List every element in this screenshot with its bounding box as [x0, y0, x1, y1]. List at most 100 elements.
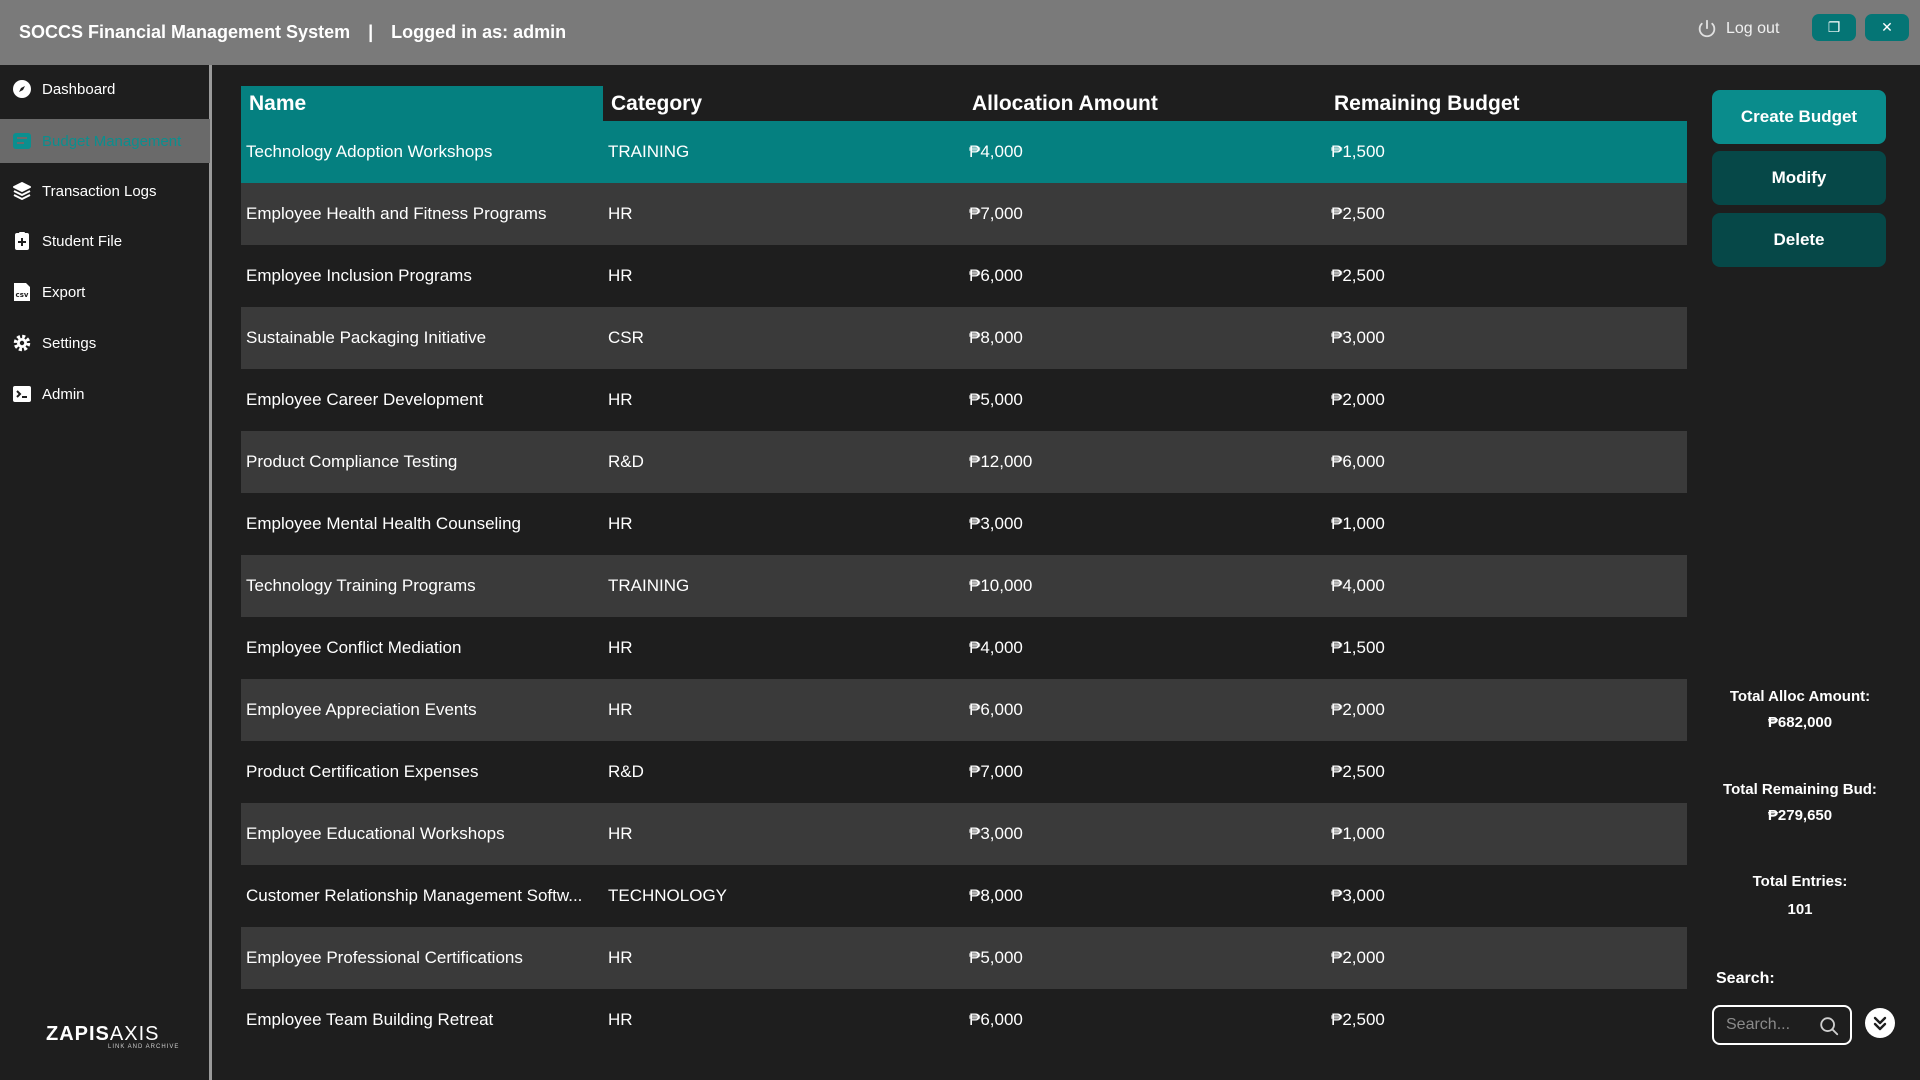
cell-remaining-budget: ₱2,000	[1331, 390, 1385, 409]
search-icon[interactable]	[1818, 1015, 1840, 1037]
sidebar-item-label: Transaction Logs	[42, 182, 157, 200]
cell-category: HR	[608, 700, 633, 719]
total-alloc-value: ₱682,000	[1767, 714, 1833, 731]
cell-category: HR	[608, 1010, 633, 1029]
table-row[interactable]: Product Certification Expenses R&D ₱7,000 ₱…	[241, 741, 1687, 803]
search-label: Search:	[1716, 970, 1775, 987]
table-row[interactable]: Employee Career Development HR ₱5,000 ₱2,00…	[241, 369, 1687, 431]
sidebar-item-budget-management[interactable]: Budget Management	[0, 119, 210, 163]
cell-allocation-amount: ₱4,000	[969, 638, 1023, 657]
compass-icon	[12, 79, 32, 99]
sidebar-item-label: Budget Management	[42, 132, 182, 150]
cell-remaining-budget: ₱3,000	[1331, 328, 1385, 347]
terminal-icon	[12, 384, 32, 404]
cell-allocation-amount: ₱5,000	[969, 948, 1023, 967]
create-budget-button[interactable]: Create Budget	[1712, 90, 1886, 144]
layers-icon	[12, 181, 32, 201]
sidebar-item-admin[interactable]: Admin	[0, 372, 210, 416]
sidebar-item-label: Admin	[42, 385, 85, 403]
modify-button[interactable]: Modify	[1712, 151, 1886, 205]
cell-allocation-amount: ₱8,000	[969, 328, 1023, 347]
cell-allocation-amount: ₱7,000	[969, 204, 1023, 223]
search-field[interactable]	[1712, 1005, 1852, 1045]
total-entries-label: Total Entries:	[1752, 873, 1848, 890]
cell-allocation-amount: ₱3,000	[969, 514, 1023, 533]
double-chevron-down-icon	[1873, 1016, 1887, 1031]
table-row[interactable]: Sustainable Packaging Initiative CSR ₱8,00…	[241, 307, 1687, 369]
cell-remaining-budget: ₱1,500	[1331, 142, 1385, 161]
csv-file-icon: csv	[12, 282, 32, 302]
cell-allocation-amount: ₱6,000	[969, 700, 1023, 719]
sidebar-item-dashboard[interactable]: Dashboard	[0, 67, 210, 111]
total-alloc-summary: Total Alloc Amount: ₱682,000	[1700, 684, 1900, 736]
table-row[interactable]: Employee Appreciation Events HR ₱6,000 ₱2,0…	[241, 679, 1687, 741]
cell-allocation-amount: ₱3,000	[969, 824, 1023, 843]
sidebar-item-settings[interactable]: Settings	[0, 321, 210, 365]
logged-in-user: Logged in as: admin	[391, 22, 567, 42]
column-header-name[interactable]: Name	[241, 86, 603, 121]
column-header-category[interactable]: Category	[603, 86, 964, 121]
sidebar-item-label: Settings	[42, 334, 97, 352]
cell-remaining-budget: ₱2,000	[1331, 948, 1385, 967]
close-window-button[interactable]: ✕	[1865, 14, 1909, 41]
table-body: Technology Adoption Workshops TRAINING ₱4,…	[241, 121, 1687, 1051]
close-icon: ✕	[1881, 19, 1893, 35]
table-row[interactable]: Technology Adoption Workshops TRAINING ₱4,…	[241, 121, 1687, 183]
sidebar-item-label: Export	[42, 283, 86, 301]
logout-button[interactable]: Log out	[1696, 16, 1779, 42]
cell-remaining-budget: ₱6,000	[1331, 452, 1385, 471]
cell-category: HR	[608, 948, 633, 967]
app-title: SOCCS Financial Management System	[19, 22, 351, 42]
cell-remaining-budget: ₱1,000	[1331, 824, 1385, 843]
cell-category: CSR	[608, 328, 644, 347]
cell-remaining-budget: ₱4,000	[1331, 576, 1385, 595]
cell-name: Customer Relationship Management Softw..…	[246, 886, 583, 905]
column-header-remaining-budget[interactable]: Remaining Budget	[1326, 86, 1687, 121]
restore-window-button[interactable]: ❐	[1812, 14, 1856, 41]
cell-allocation-amount: ₱10,000	[969, 576, 1033, 595]
sidebar-item-transaction-logs[interactable]: Transaction Logs	[0, 169, 210, 213]
sidebar: Dashboard Budget Management Transaction …	[0, 65, 212, 1080]
cell-remaining-budget: ₱2,000	[1331, 700, 1385, 719]
search-options-button[interactable]	[1865, 1008, 1895, 1038]
cell-name: Employee Health and Fitness Programs	[246, 204, 547, 223]
table-row[interactable]: Employee Health and Fitness Programs HR ₱7…	[241, 183, 1687, 245]
cell-category: HR	[608, 390, 633, 409]
search-input[interactable]	[1726, 1015, 1816, 1035]
cell-name: Employee Career Development	[246, 390, 484, 409]
brand-tagline: LINK AND ARCHIVE	[108, 1044, 180, 1050]
cell-allocation-amount: ₱8,000	[969, 886, 1023, 905]
total-remaining-value: ₱279,650	[1767, 807, 1833, 824]
clipboard-plus-icon	[12, 231, 32, 251]
svg-text:csv: csv	[16, 291, 29, 299]
table-row[interactable]: Product Compliance Testing R&D ₱12,000 ₱6,0…	[241, 431, 1687, 493]
sidebar-item-label: Dashboard	[42, 80, 116, 98]
power-icon	[1698, 19, 1716, 38]
table-row[interactable]: Employee Inclusion Programs HR ₱6,000 ₱2,50…	[241, 245, 1687, 307]
total-remaining-label: Total Remaining Bud:	[1723, 781, 1877, 798]
title-bar: SOCCS Financial Management System | Logg…	[0, 0, 1920, 65]
table-row[interactable]: Customer Relationship Management Softw..…	[241, 865, 1687, 927]
delete-button[interactable]: Delete	[1712, 213, 1886, 267]
total-entries-summary: Total Entries: 101	[1700, 868, 1900, 924]
cell-category: HR	[608, 824, 633, 843]
sidebar-item-student-file[interactable]: Student File	[0, 219, 210, 263]
table-row[interactable]: Employee Educational Workshops HR ₱3,000 ₱1…	[241, 803, 1687, 865]
cell-remaining-budget: ₱3,000	[1331, 886, 1385, 905]
table-row[interactable]: Employee Professional Certifications HR ₱5…	[241, 927, 1687, 989]
cell-allocation-amount: ₱12,000	[969, 452, 1033, 471]
total-alloc-label: Total Alloc Amount:	[1729, 688, 1871, 705]
sidebar-item-export[interactable]: csv Export	[0, 270, 210, 314]
title-separator: |	[368, 22, 374, 42]
table-row[interactable]: Employee Team Building Retreat HR ₱6,000 ₱2…	[241, 989, 1687, 1051]
total-entries-value: 101	[1787, 901, 1813, 918]
cell-remaining-budget: ₱2,500	[1331, 762, 1385, 781]
table-row[interactable]: Employee Mental Health Counseling HR ₱3,00…	[241, 493, 1687, 555]
table-row[interactable]: Employee Conflict Mediation HR ₱4,000 ₱1,50…	[241, 617, 1687, 679]
cell-name: Employee Conflict Mediation	[246, 638, 462, 657]
table-row[interactable]: Technology Training Programs TRAINING ₱10,…	[241, 555, 1687, 617]
cell-name: Sustainable Packaging Initiative	[246, 328, 487, 347]
cell-category: TRAINING	[608, 142, 690, 161]
cell-name: Employee Inclusion Programs	[246, 266, 472, 285]
column-header-allocation-amount[interactable]: Allocation Amount	[964, 86, 1326, 121]
